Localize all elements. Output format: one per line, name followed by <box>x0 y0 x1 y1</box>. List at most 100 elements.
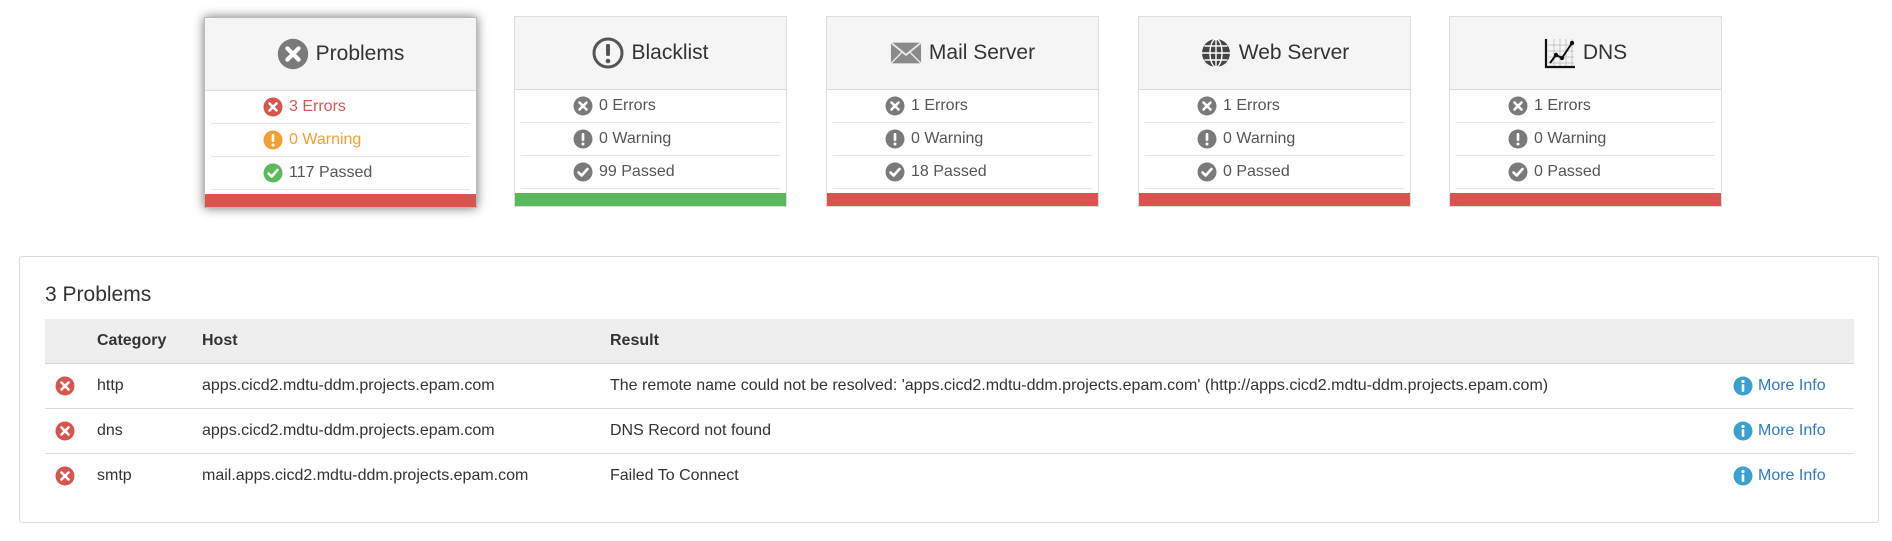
stat-errors-text: 3 Errors <box>289 98 346 115</box>
card-header: Problems <box>205 18 476 91</box>
table-header-row: Category Host Result <box>45 319 1854 364</box>
category-cards: Problems 3 Errors 0 Warning 117 Passed B… <box>0 16 1892 211</box>
check-icon <box>263 163 283 183</box>
card-title: Web Server <box>1238 41 1350 64</box>
table-row: smtp mail.apps.cicd2.mdtu-ddm.projects.e… <box>45 453 1854 498</box>
stat-warnings-text: 0 Warning <box>289 131 362 148</box>
exclamation-circle-icon <box>592 37 624 69</box>
error-icon <box>1508 96 1528 116</box>
stat-errors-text: 0 Errors <box>599 97 656 114</box>
warning-icon <box>263 130 283 150</box>
stat-warnings-text: 0 Warning <box>911 130 984 147</box>
stat-errors-text: 1 Errors <box>1534 97 1591 114</box>
info-icon <box>1733 376 1753 396</box>
stat-errors-text: 1 Errors <box>1223 97 1280 114</box>
stat-passed: 0 Passed <box>1456 156 1715 189</box>
header-category: Category <box>97 319 202 364</box>
status-bar <box>515 193 786 206</box>
more-info-label: More Info <box>1758 466 1826 484</box>
card-web-server[interactable]: Web Server 1 Errors 0 Warning 0 Passed <box>1138 16 1411 207</box>
header-result: Result <box>610 319 1733 364</box>
stat-warnings: 0 Warning <box>1456 123 1715 156</box>
warning-icon <box>885 129 905 149</box>
card-header: DNS <box>1450 17 1721 90</box>
row-result: Failed To Connect <box>610 466 739 484</box>
row-result: DNS Record not found <box>610 421 771 439</box>
stat-errors: 1 Errors <box>833 90 1092 123</box>
stat-warnings: 0 Warning <box>1145 123 1404 156</box>
stat-passed: 0 Passed <box>1145 156 1404 189</box>
header-actions <box>1733 319 1854 364</box>
check-icon <box>1197 162 1217 182</box>
card-header: Blacklist <box>515 17 786 90</box>
stat-passed: 99 Passed <box>521 156 780 189</box>
more-info-label: More Info <box>1758 421 1826 439</box>
stat-errors-text: 1 Errors <box>911 97 968 114</box>
stat-errors: 1 Errors <box>1145 90 1404 123</box>
stat-passed-text: 117 Passed <box>289 164 373 181</box>
status-bar <box>205 194 476 207</box>
row-category: http <box>97 376 124 394</box>
header-host: Host <box>202 319 610 364</box>
more-info-link[interactable]: More Info <box>1733 421 1826 441</box>
network-chart-icon <box>1544 37 1576 69</box>
card-title: Mail Server <box>928 41 1036 64</box>
stat-errors: 0 Errors <box>521 90 780 123</box>
stat-passed-text: 18 Passed <box>911 163 987 180</box>
error-icon <box>55 422 75 439</box>
problems-table: Category Host Result http apps.cicd2.mdt… <box>45 319 1854 498</box>
table-row: http apps.cicd2.mdtu-ddm.projects.epam.c… <box>45 363 1854 408</box>
stat-warnings: 0 Warning <box>833 123 1092 156</box>
stat-warnings: 0 Warning <box>521 123 780 156</box>
header-status <box>45 319 97 364</box>
stat-passed-text: 0 Passed <box>1534 163 1601 180</box>
stat-warnings: 0 Warning <box>211 124 470 157</box>
stat-passed-text: 99 Passed <box>599 163 675 180</box>
row-host: apps.cicd2.mdtu-ddm.projects.epam.com <box>202 376 495 394</box>
more-info-label: More Info <box>1758 376 1826 394</box>
row-category: smtp <box>97 466 132 484</box>
x-circle-icon <box>277 38 309 70</box>
warning-icon <box>1197 129 1217 149</box>
card-mail-server[interactable]: Mail Server 1 Errors 0 Warning 18 Passed <box>826 16 1099 207</box>
more-info-link[interactable]: More Info <box>1733 376 1826 396</box>
stat-warnings-text: 0 Warning <box>1534 130 1607 147</box>
stat-warnings-text: 0 Warning <box>599 130 672 147</box>
check-icon <box>885 162 905 182</box>
check-icon <box>1508 162 1528 182</box>
status-bar <box>1450 193 1721 206</box>
error-icon <box>55 467 75 484</box>
stat-passed: 18 Passed <box>833 156 1092 189</box>
card-problems[interactable]: Problems 3 Errors 0 Warning 117 Passed <box>204 17 477 208</box>
card-header: Mail Server <box>827 17 1098 90</box>
table-row: dns apps.cicd2.mdtu-ddm.projects.epam.co… <box>45 408 1854 453</box>
error-icon <box>263 97 283 117</box>
info-icon <box>1733 466 1753 486</box>
problems-panel: 3 Problems Category Host Result http app… <box>19 256 1879 523</box>
more-info-link[interactable]: More Info <box>1733 466 1826 486</box>
warning-icon <box>1508 129 1528 149</box>
card-header: Web Server <box>1139 17 1410 90</box>
stat-errors: 3 Errors <box>211 91 470 124</box>
stat-passed: 117 Passed <box>211 157 470 190</box>
row-result: The remote name could not be resolved: '… <box>610 376 1549 394</box>
info-icon <box>1733 421 1753 441</box>
error-icon <box>55 377 75 394</box>
error-icon <box>885 96 905 116</box>
panel-title: 3 Problems <box>45 283 152 306</box>
row-category: dns <box>97 421 123 439</box>
card-title: Blacklist <box>631 41 709 64</box>
stat-passed-text: 0 Passed <box>1223 163 1290 180</box>
card-dns[interactable]: DNS 1 Errors 0 Warning 0 Passed <box>1449 16 1722 207</box>
warning-icon <box>573 129 593 149</box>
stat-warnings-text: 0 Warning <box>1223 130 1296 147</box>
card-blacklist[interactable]: Blacklist 0 Errors 0 Warning 99 Passed <box>514 16 787 207</box>
row-host: apps.cicd2.mdtu-ddm.projects.epam.com <box>202 421 495 439</box>
card-title: Problems <box>315 42 405 65</box>
card-title: DNS <box>1582 41 1628 64</box>
status-bar <box>1139 193 1410 206</box>
stat-errors: 1 Errors <box>1456 90 1715 123</box>
status-bar <box>827 193 1098 206</box>
row-host: mail.apps.cicd2.mdtu-ddm.projects.epam.c… <box>202 466 529 484</box>
globe-icon <box>1200 37 1232 69</box>
